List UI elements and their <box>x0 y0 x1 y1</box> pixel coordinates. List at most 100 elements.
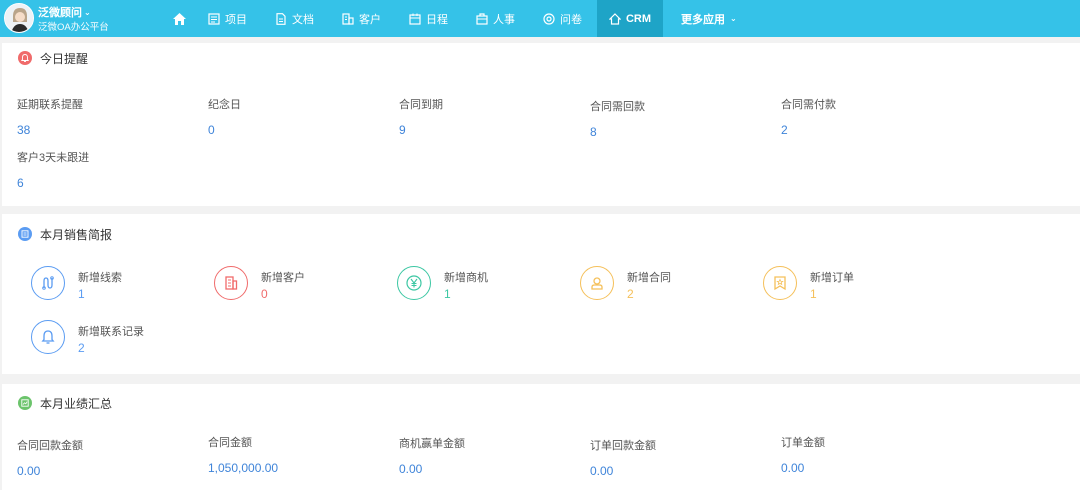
metric-value[interactable]: 2 <box>781 123 961 137</box>
stat-new-customers[interactable]: 新增客户 0 <box>214 266 394 306</box>
bell-icon <box>31 320 65 354</box>
metric-value[interactable]: 0 <box>208 123 388 137</box>
reminders-header: 今日提醒 <box>18 43 88 73</box>
sales-title: 本月销售简报 <box>40 227 113 242</box>
stat-label: 新增订单 <box>810 272 854 284</box>
nav-label: CRM <box>625 12 652 25</box>
nav-label: 问卷 <box>560 13 582 26</box>
stat-new-opportunities[interactable]: 新增商机 1 <box>397 266 577 306</box>
calendar-icon <box>409 13 421 25</box>
crm-icon <box>608 12 622 25</box>
metric-label: 纪念日 <box>208 99 241 111</box>
hr-icon <box>476 12 488 25</box>
stat-new-contact-records[interactable]: 新增联系记录 2 <box>31 320 211 360</box>
brand-subtitle: 泛微OA办公平台 <box>38 22 109 33</box>
metric-label: 订单回款金额 <box>590 440 656 452</box>
stat-label: 新增线索 <box>78 272 122 284</box>
nav-item-calendar[interactable]: 日程 <box>409 0 448 37</box>
chevron-down-icon: ⌄ <box>730 14 737 23</box>
stat-label: 新增联系记录 <box>78 326 144 338</box>
perf-contract-amount: 合同金额 1,050,000.00 <box>208 434 388 475</box>
nav-item-hr[interactable]: 人事 <box>476 0 515 37</box>
bell-icon <box>18 51 32 65</box>
user-menu[interactable]: 泛微顾问 ⌄ 泛微OA办公平台 <box>0 0 160 37</box>
stat-label: 新增商机 <box>444 272 488 284</box>
nav-item-crm[interactable]: CRM <box>597 0 663 37</box>
stat-label: 新增客户 <box>261 272 305 284</box>
contract-icon <box>580 266 614 300</box>
stat-value: 1 <box>444 287 451 301</box>
user-name[interactable]: 泛微顾问 ⌄ <box>38 4 91 20</box>
metric-value: 1,050,000.00 <box>208 461 279 475</box>
metric-label: 合同需回款 <box>590 101 645 113</box>
perf-contract-received: 合同回款金额 0.00 <box>17 437 197 478</box>
nav-item-document[interactable]: 文档 <box>275 0 314 37</box>
metric-label: 合同到期 <box>399 99 443 111</box>
stat-new-leads[interactable]: 新增线索 1 <box>31 266 211 306</box>
stat-value: 2 <box>78 341 85 355</box>
home-icon[interactable] <box>168 0 190 37</box>
performance-header: 本月业绩汇总 <box>18 388 112 418</box>
metric-label: 合同回款金额 <box>17 440 83 452</box>
performance-card: 本月业绩汇总 合同回款金额 0.00 合同金额 1,050,000.00 商机赢… <box>2 384 1080 490</box>
metric-value[interactable]: 6 <box>17 176 197 190</box>
metric-label: 合同需付款 <box>781 99 836 111</box>
reminders-title: 今日提醒 <box>40 51 89 66</box>
stat-value: 1 <box>78 287 85 301</box>
nav-item-more-apps[interactable]: 更多应用 ⌄ <box>681 0 737 37</box>
perf-opportunity-won: 商机赢单金额 0.00 <box>399 435 579 476</box>
nav-item-survey[interactable]: 问卷 <box>543 0 582 37</box>
metric-value[interactable]: 9 <box>399 123 579 137</box>
stat-value: 2 <box>627 287 634 301</box>
metric-label: 订单金额 <box>781 437 825 449</box>
sales-header: 本月销售简报 <box>18 219 112 249</box>
sales-report-card: 本月销售简报 新增线索 1 新增客户 0 新增商机 1 新增合同 2 新增订单 … <box>2 214 1080 374</box>
metric-value: 0.00 <box>590 464 614 478</box>
lead-icon <box>31 266 65 300</box>
metric-label: 合同金额 <box>208 437 252 449</box>
performance-title: 本月业绩汇总 <box>40 396 113 411</box>
stat-value: 1 <box>810 287 817 301</box>
nav-label: 人事 <box>493 13 515 26</box>
stat-value: 0 <box>261 287 268 301</box>
yen-icon <box>397 266 431 300</box>
metric-label: 客户3天未跟进 <box>17 152 90 164</box>
customer-icon <box>342 12 354 25</box>
nav-item-customer[interactable]: 客户 <box>342 0 381 37</box>
metric-value: 0.00 <box>17 464 41 478</box>
reminder-contract-payable[interactable]: 合同需付款 2 <box>781 96 961 137</box>
nav-label: 文档 <box>292 13 314 26</box>
reminders-card: 今日提醒 延期联系提醒 38 纪念日 0 合同到期 9 合同需回款 8 合同需付… <box>2 43 1080 206</box>
perf-order-received: 订单回款金额 0.00 <box>590 437 770 478</box>
reminder-no-followup[interactable]: 客户3天未跟进 6 <box>17 149 197 190</box>
nav-label: 更多应用 <box>681 13 725 26</box>
nav-item-project[interactable]: 项目 <box>208 0 247 37</box>
order-icon <box>763 266 797 300</box>
top-nav-bar: 泛微顾问 ⌄ 泛微OA办公平台 项目 文档 客户 日程 人事 问卷 CRM 更多应… <box>0 0 1080 37</box>
nav-label: 日程 <box>426 13 448 26</box>
stat-new-orders[interactable]: 新增订单 1 <box>763 266 943 306</box>
chart-icon <box>18 396 32 410</box>
metric-value[interactable]: 8 <box>590 125 770 139</box>
user-avatar[interactable] <box>4 3 34 33</box>
reminder-contract-expiry[interactable]: 合同到期 9 <box>399 96 579 137</box>
nav-label: 客户 <box>359 13 381 26</box>
perf-order-amount: 订单金额 0.00 <box>781 434 961 475</box>
report-icon <box>18 227 32 241</box>
reminder-anniversary[interactable]: 纪念日 0 <box>208 96 388 137</box>
chevron-down-icon: ⌄ <box>84 8 91 17</box>
document-icon <box>275 12 287 25</box>
metric-value[interactable]: 38 <box>17 123 197 137</box>
project-icon <box>208 12 220 25</box>
metric-value: 0.00 <box>781 461 805 475</box>
reminder-contract-receivable[interactable]: 合同需回款 8 <box>590 98 770 139</box>
metric-label: 商机赢单金额 <box>399 438 465 450</box>
building-icon <box>214 266 248 300</box>
metric-value: 0.00 <box>399 462 423 476</box>
reminder-delayed-contact[interactable]: 延期联系提醒 38 <box>17 96 197 137</box>
stat-label: 新增合同 <box>627 272 671 284</box>
survey-icon <box>543 12 555 25</box>
metric-label: 延期联系提醒 <box>17 99 83 111</box>
nav-label: 项目 <box>225 13 247 26</box>
stat-new-contracts[interactable]: 新增合同 2 <box>580 266 760 306</box>
